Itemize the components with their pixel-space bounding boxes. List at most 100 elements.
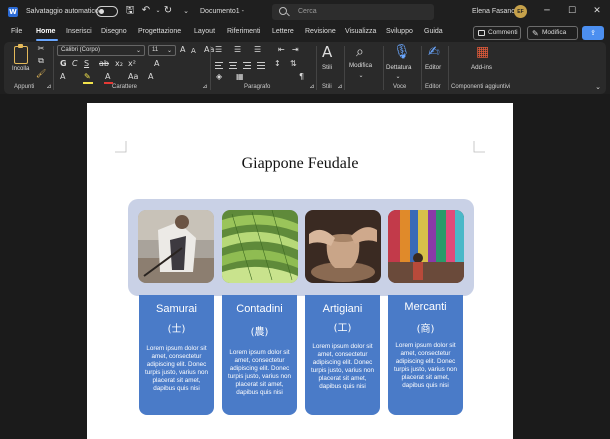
tab-review[interactable]: Revisione [305, 28, 336, 35]
tab-references[interactable]: Riferimenti [227, 28, 260, 35]
increase-indent-icon[interactable]: ⇥ [292, 45, 299, 55]
font-size-select[interactable]: 11 ⌄ [148, 45, 176, 56]
tab-developer[interactable]: Sviluppo [386, 28, 413, 35]
find-icon[interactable]: ⌕ [356, 44, 364, 60]
text-effects-icon[interactable]: A [60, 72, 65, 82]
tab-home[interactable]: Home [36, 28, 55, 35]
editing-mode-button[interactable]: ✎ Modifica [527, 26, 578, 40]
numbering-icon[interactable]: ☰ [234, 45, 241, 55]
paste-icon[interactable] [14, 44, 28, 64]
align-left-icon[interactable] [215, 62, 223, 64]
align-right-icon[interactable] [243, 62, 251, 64]
chevron-down-icon[interactable]: ⌄ [393, 72, 403, 82]
search-box[interactable]: Cerca [272, 4, 434, 20]
comments-label: Commenti [488, 29, 518, 36]
column-kanji: (農) [250, 327, 269, 338]
avatar[interactable]: EF [514, 5, 527, 18]
save-icon[interactable]: 🖫 [124, 5, 136, 17]
char-shading-icon[interactable]: A [148, 72, 153, 82]
font-color-icon[interactable]: A [105, 72, 110, 82]
samurai-photo[interactable] [138, 210, 214, 283]
shading-icon[interactable]: ◈ [216, 72, 222, 82]
line-spacing-icon[interactable]: ↕ [274, 59, 281, 69]
comments-button[interactable]: Commenti [473, 26, 521, 40]
strikethrough-icon[interactable]: ab [99, 59, 109, 69]
column-kanji: (商) [416, 324, 435, 335]
market-photo[interactable] [388, 210, 464, 283]
column-mercanti[interactable]: Mercanti (商) Lorem ipsum dolor sit amet,… [388, 295, 463, 415]
column-samurai[interactable]: Samurai (士) Lorem ipsum dolor sit amet, … [139, 295, 214, 415]
sort-icon[interactable]: ⇅ [290, 59, 297, 69]
crop-mark-top-right [473, 141, 485, 153]
ribbon-collapse-icon[interactable]: ⌄ [593, 82, 603, 92]
tab-insert[interactable]: Inserisci [66, 28, 92, 35]
highlight-icon[interactable]: ✎ [84, 72, 91, 82]
multilevel-list-icon[interactable]: ☰ [254, 45, 261, 55]
tab-view[interactable]: Visualizza [345, 28, 376, 35]
subscript-icon[interactable]: x₂ [115, 59, 123, 69]
rice-field-photo[interactable] [222, 210, 298, 283]
align-center-icon[interactable] [229, 62, 237, 64]
editing-label[interactable]: Modifica [349, 62, 372, 69]
autosave-toggle[interactable] [96, 6, 118, 17]
microphone-icon[interactable]: 🎙 [393, 44, 411, 60]
share-button[interactable]: ⇪ [582, 26, 604, 40]
borders-icon[interactable]: ▦ [236, 72, 244, 82]
cut-icon[interactable]: ✂ [36, 44, 46, 54]
maximize-icon[interactable]: ☐ [565, 4, 579, 18]
undo-icon[interactable]: ↶ [140, 5, 152, 17]
column-kanji: (工) [333, 323, 352, 334]
char-spacing-icon[interactable]: Aa [128, 72, 138, 82]
shrink-font-icon[interactable]: A [191, 46, 196, 56]
addins-label[interactable]: Add-ins [471, 64, 492, 71]
copy-icon[interactable]: ⧉ [36, 56, 46, 66]
tab-mailings[interactable]: Lettere [272, 28, 294, 35]
grow-font-icon[interactable]: A [180, 45, 185, 55]
user-name[interactable]: Elena Fasano [472, 8, 515, 15]
underline-icon[interactable]: S [84, 59, 89, 69]
addins-icon[interactable]: ▦ [476, 44, 489, 60]
chevron-down-icon[interactable]: ⌄ [356, 71, 366, 81]
editor-icon[interactable]: ✍ [428, 44, 440, 60]
justify-icon[interactable] [257, 62, 265, 64]
highlight-color-bar [83, 82, 93, 84]
document-page[interactable]: Giappone Feudale Samurai (士) Lorem ipsum… [87, 103, 513, 439]
styles-icon[interactable]: A [322, 44, 332, 60]
dictate-label[interactable]: Dettatura [386, 64, 411, 71]
bold-icon[interactable]: G [60, 59, 67, 69]
format-painter-icon[interactable]: 🖌 [36, 69, 46, 79]
page-title[interactable]: Giappone Feudale [87, 155, 513, 173]
clear-formatting-icon[interactable]: A [154, 59, 159, 69]
quick-access-more-icon[interactable]: ⌄ [180, 5, 192, 17]
minimize-icon[interactable]: ─ [540, 4, 554, 18]
tab-help[interactable]: Guida [424, 28, 443, 35]
column-artigiani[interactable]: Artigiani (工) Lorem ipsum dolor sit amet… [305, 295, 380, 415]
tab-file[interactable]: File [11, 28, 22, 35]
pottery-photo[interactable] [305, 210, 381, 283]
tab-design[interactable]: Progettazione [138, 28, 181, 35]
paste-label[interactable]: Incolla [12, 66, 29, 72]
superscript-icon[interactable]: x² [128, 59, 136, 69]
chevron-down-icon: ⌄ [166, 47, 172, 54]
word-logo-icon: W [8, 7, 18, 17]
tab-draw[interactable]: Disegno [101, 28, 127, 35]
editor-label[interactable]: Editor [425, 64, 441, 71]
separator [53, 46, 54, 90]
document-title[interactable]: Documento1 - [200, 8, 244, 15]
italic-icon[interactable]: C [72, 59, 78, 69]
show-formatting-icon[interactable]: ¶ [299, 72, 304, 82]
tab-layout[interactable]: Layout [194, 28, 215, 35]
decrease-indent-icon[interactable]: ⇤ [278, 45, 285, 55]
styles-label[interactable]: Stili [322, 64, 332, 71]
font-name-select[interactable]: Calibri (Corpo) ⌄ [57, 45, 145, 56]
group-addins-label: Componenti aggiuntivi [451, 84, 511, 90]
bullets-icon[interactable]: ☰ [215, 45, 222, 55]
share-icon: ⇪ [590, 29, 596, 37]
redo-icon[interactable]: ↻ [162, 5, 174, 17]
chevron-down-icon: ⌄ [135, 47, 141, 54]
search-placeholder: Cerca [298, 8, 317, 15]
column-contadini[interactable]: Contadini (農) Lorem ipsum dolor sit amet… [222, 295, 297, 415]
font-launcher-icon[interactable]: ⊿ [200, 82, 210, 92]
close-icon[interactable]: ✕ [590, 4, 604, 18]
align-right-icon-line [245, 65, 251, 67]
